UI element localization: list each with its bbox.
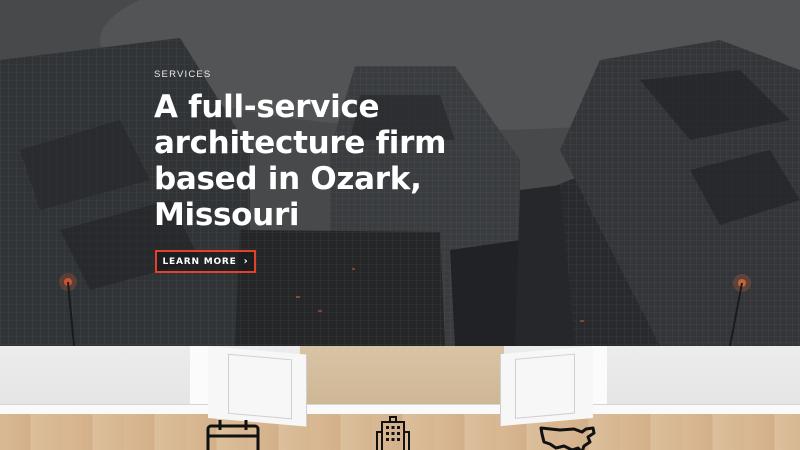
hero-title: A full-service architecture firm based i… xyxy=(154,89,447,233)
door-left xyxy=(208,346,307,427)
office-building-icon xyxy=(376,416,410,450)
learn-more-label: LEARN MORE xyxy=(162,256,237,267)
usa-map-icon xyxy=(538,424,598,450)
learn-more-button[interactable]: LEARN MORE › xyxy=(155,250,256,273)
features-section xyxy=(0,346,800,450)
chevron-right-icon: › xyxy=(243,256,249,267)
hero-section: SERVICES A full-service architecture fir… xyxy=(0,0,800,346)
section-eyebrow-label: SERVICES xyxy=(154,69,212,80)
calendar-icon xyxy=(206,418,262,450)
door-right xyxy=(500,346,593,427)
